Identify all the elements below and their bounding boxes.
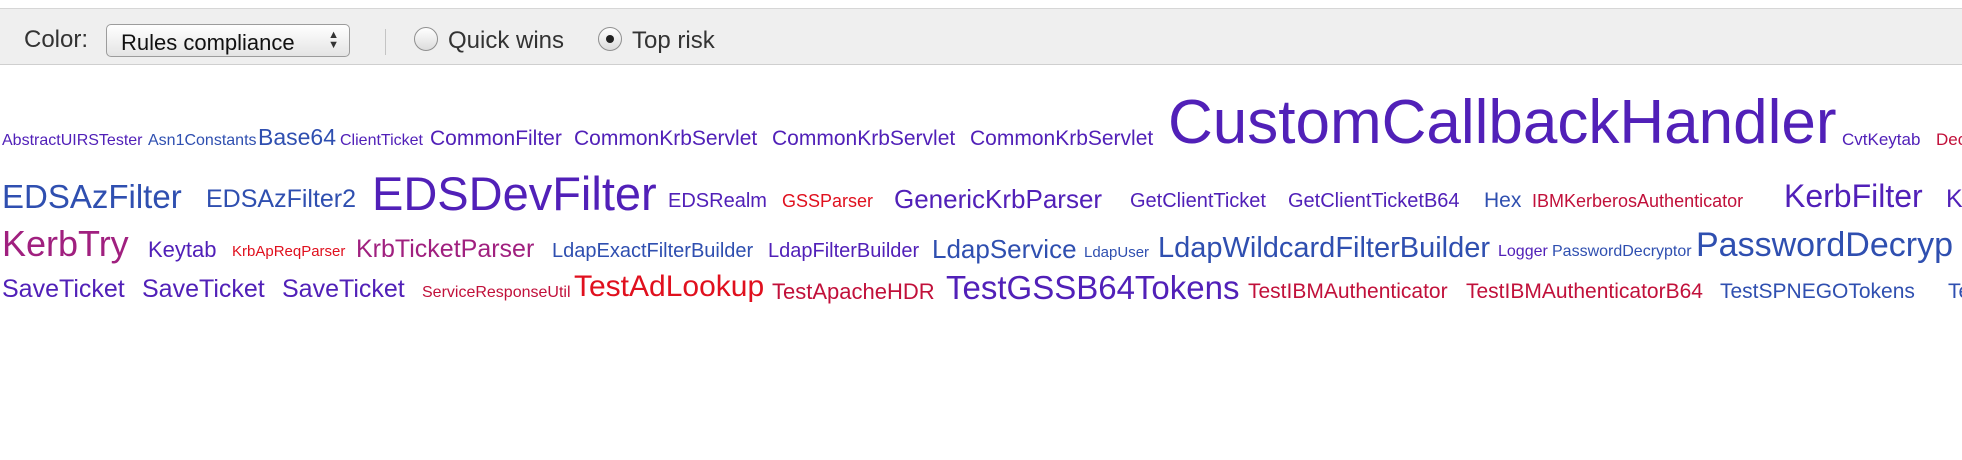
cloud-word[interactable]: Hex [1484, 190, 1521, 211]
quick-wins-label[interactable]: Quick wins [448, 27, 564, 55]
cloud-word[interactable]: LdapService [932, 236, 1077, 262]
cloud-word[interactable]: IBMKerberosAuthenticator [1532, 192, 1743, 210]
cloud-word[interactable]: GenericKrbParser [894, 186, 1102, 212]
cloud-word[interactable]: TestIBMAuthenticator [1248, 281, 1448, 302]
cloud-word[interactable]: CommonKrbServlet [772, 128, 955, 149]
cloud-word[interactable]: Dec [1936, 131, 1962, 148]
top-risk-radio[interactable] [598, 27, 622, 51]
cloud-word[interactable]: EDSAzFilter2 [206, 187, 356, 212]
cloud-word[interactable]: K [1946, 187, 1962, 212]
cloud-word[interactable]: CustomCallbackHandler [1168, 92, 1837, 154]
cloud-word[interactable]: CommonKrbServlet [574, 128, 757, 149]
cloud-word[interactable]: Logger [1498, 244, 1548, 260]
cloud-word[interactable]: SaveTicket [2, 277, 125, 302]
cloud-word[interactable]: GetClientTicketB64 [1288, 191, 1460, 211]
cloud-word[interactable]: GSSParser [782, 192, 873, 210]
cloud-word[interactable]: Asn1Constants [148, 133, 257, 149]
cloud-word[interactable]: SaveTicket [142, 277, 265, 302]
quick-wins-radio[interactable] [414, 27, 438, 51]
color-select-value: Rules compliance [121, 30, 295, 55]
cloud-word[interactable]: LdapExactFilterBuilder [552, 241, 753, 261]
color-label: Color: [24, 26, 89, 53]
color-select[interactable]: Rules compliance ▲ ▼ [106, 24, 350, 57]
cloud-word[interactable]: ServiceResponseUtil [422, 285, 571, 301]
cloud-word[interactable]: KrbApReqParser [232, 244, 345, 259]
cloud-word[interactable]: Te [1948, 281, 1962, 302]
cloud-word[interactable]: GetClientTicket [1130, 191, 1266, 211]
cloud-word[interactable]: KrbTicketParser [356, 237, 534, 262]
cloud-word[interactable]: CvtKeytab [1842, 131, 1920, 148]
select-arrows-icon: ▲ ▼ [328, 29, 339, 51]
cloud-word[interactable]: KerbFilter [1784, 180, 1923, 212]
cloud-word[interactable]: KerbTry [2, 226, 129, 262]
cloud-word[interactable]: LdapFilterBuilder [768, 241, 919, 261]
cloud-word[interactable]: CommonKrbServlet [970, 128, 1153, 149]
cloud-word[interactable]: CommonFilter [430, 128, 562, 149]
cloud-word[interactable]: Keytab [148, 239, 217, 261]
cloud-word[interactable]: LdapUser [1084, 245, 1149, 260]
cloud-word[interactable]: TestAdLookup [574, 272, 764, 302]
toolbar: Color: Rules compliance ▲ ▼ Quick wins To… [0, 8, 1962, 65]
cloud-word[interactable]: AbstractUIRSTester [2, 133, 142, 149]
cloud-word[interactable]: SaveTicket [282, 277, 405, 302]
cloud-word[interactable]: TestApacheHDR [772, 281, 935, 303]
cloud-word[interactable]: PasswordDecryptor [1552, 244, 1692, 260]
cloud-word[interactable]: ClientTicket [340, 133, 423, 149]
toolbar-separator [385, 29, 386, 55]
cloud-word[interactable]: TestGSSB64Tokens [946, 271, 1240, 304]
cloud-word[interactable]: EDSAzFilter [2, 180, 182, 213]
cloud-word[interactable]: EDSDevFilter [372, 170, 657, 217]
cloud-word[interactable]: TestSPNEGOTokens [1720, 281, 1915, 302]
cloud-word[interactable]: TestIBMAuthenticatorB64 [1466, 281, 1703, 302]
cloud-word[interactable]: EDSRealm [668, 191, 767, 211]
top-risk-label[interactable]: Top risk [632, 27, 715, 55]
cloud-word[interactable]: Base64 [258, 126, 336, 149]
cloud-word[interactable]: PasswordDecryp [1696, 228, 1953, 262]
cloud-word[interactable]: LdapWildcardFilterBuilder [1158, 234, 1490, 263]
